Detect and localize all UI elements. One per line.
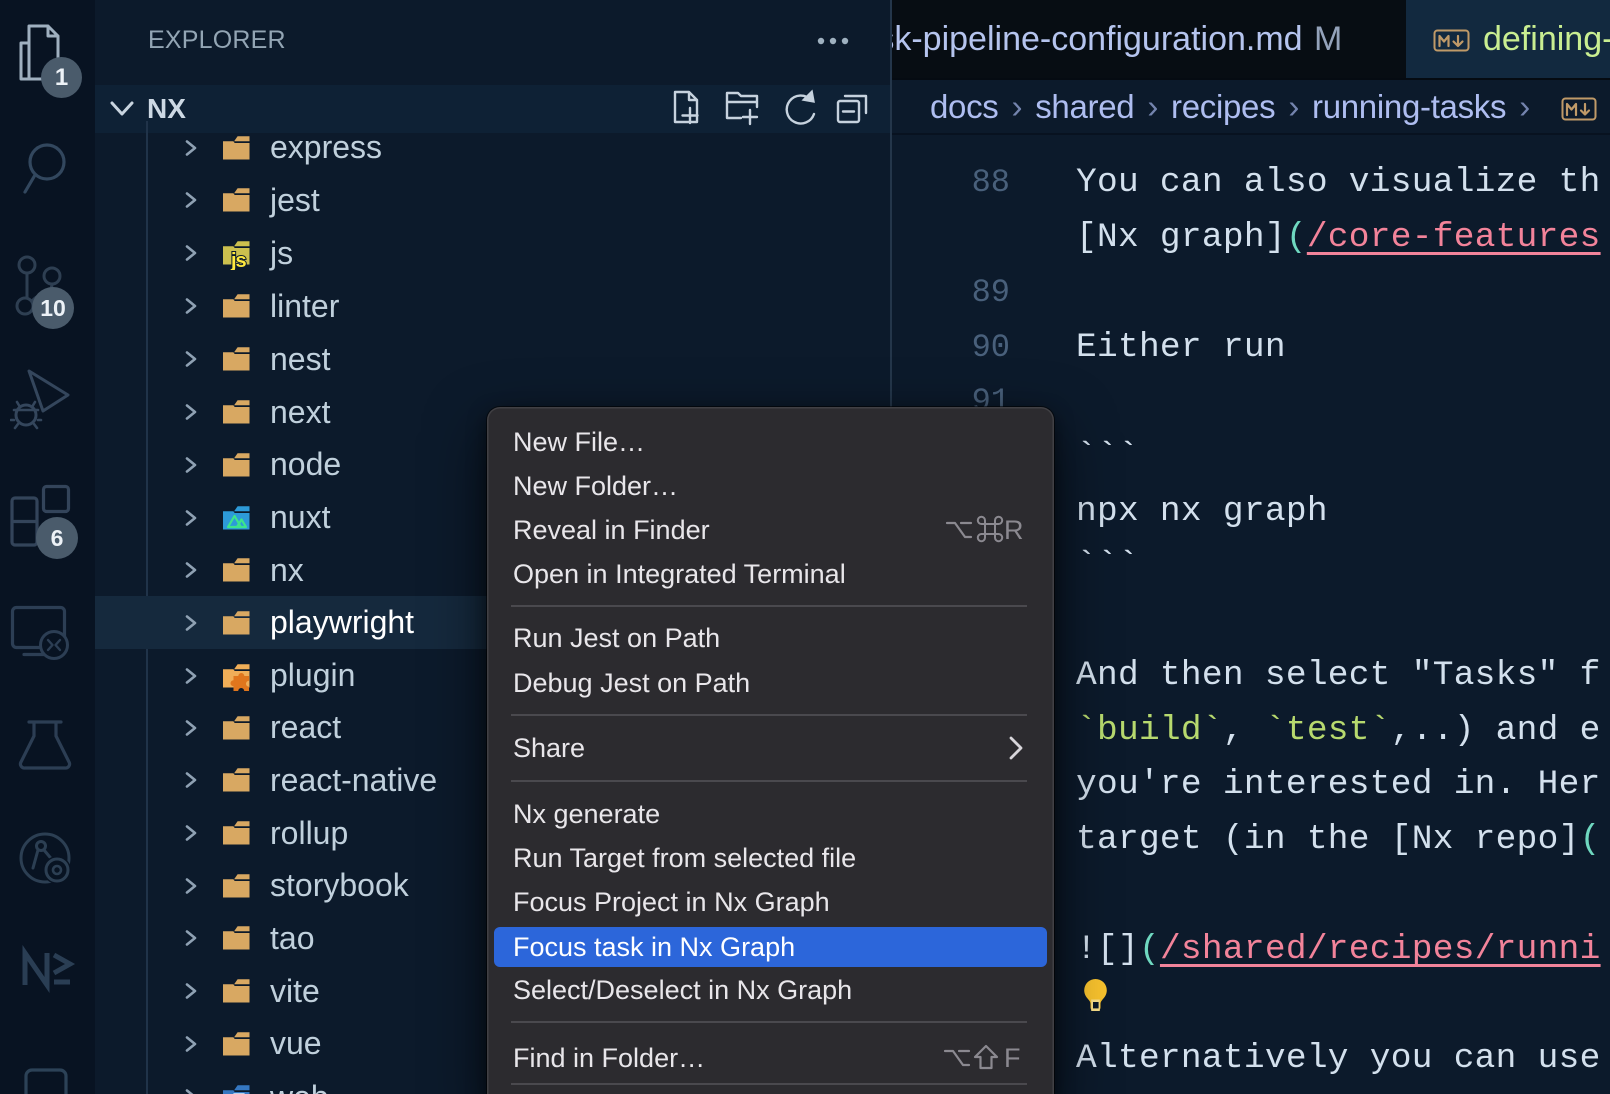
svg-text:js: js (230, 250, 247, 270)
